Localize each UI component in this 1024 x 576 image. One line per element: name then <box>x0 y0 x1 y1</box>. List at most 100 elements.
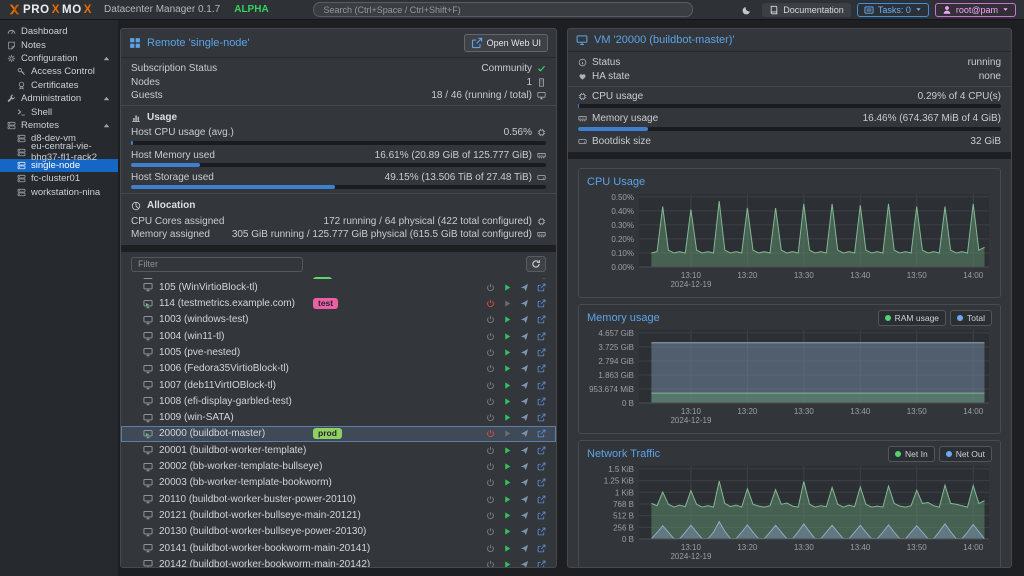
guest-row[interactable]: 20002 (bb-worker-template-bullseye) <box>121 458 556 474</box>
power-icon[interactable] <box>486 283 495 292</box>
power-icon[interactable] <box>486 429 495 438</box>
play-icon[interactable] <box>503 397 512 406</box>
power-icon[interactable] <box>486 446 495 455</box>
play-icon[interactable] <box>503 348 512 357</box>
play-icon[interactable] <box>503 381 512 390</box>
sidebar-item-configuration[interactable]: Configuration <box>0 52 118 65</box>
guest-row[interactable]: 20141 (buildbot-worker-bookworm-main-201… <box>121 540 556 556</box>
play-icon[interactable] <box>503 527 512 536</box>
sidebar-item-notes[interactable]: Notes <box>0 38 118 51</box>
refresh-button[interactable] <box>526 256 546 273</box>
migrate-icon[interactable] <box>520 446 529 455</box>
play-icon[interactable] <box>503 299 512 308</box>
guest-row[interactable]: 20001 (buildbot-worker-template) <box>121 442 556 458</box>
open-console-icon[interactable] <box>537 511 546 520</box>
open-console-icon[interactable] <box>537 544 546 553</box>
migrate-icon[interactable] <box>520 429 529 438</box>
guest-row[interactable]: 114 (testmetrics.example.com) test <box>121 295 556 311</box>
legend-button[interactable]: Net Out <box>938 445 992 462</box>
power-icon[interactable] <box>486 478 495 487</box>
guest-row[interactable]: 1004 (win11-tl) <box>121 328 556 344</box>
play-icon[interactable] <box>503 332 512 341</box>
migrate-icon[interactable] <box>520 299 529 308</box>
migrate-icon[interactable] <box>520 283 529 292</box>
sidebar-item-certificates[interactable]: Certificates <box>0 79 118 92</box>
power-icon[interactable] <box>486 397 495 406</box>
open-console-icon[interactable] <box>537 478 546 487</box>
play-icon[interactable] <box>503 462 512 471</box>
legend-button[interactable]: Net In <box>888 445 935 462</box>
power-icon[interactable] <box>486 381 495 390</box>
power-icon[interactable] <box>486 413 495 422</box>
open-console-icon[interactable] <box>537 462 546 471</box>
sidebar-item-dashboard[interactable]: Dashboard <box>0 25 118 38</box>
sidebar-item-administration[interactable]: Administration <box>0 92 118 105</box>
migrate-icon[interactable] <box>520 315 529 324</box>
power-icon[interactable] <box>486 348 495 357</box>
open-console-icon[interactable] <box>537 527 546 536</box>
migrate-icon[interactable] <box>520 381 529 390</box>
play-icon[interactable] <box>503 364 512 373</box>
migrate-icon[interactable] <box>520 478 529 487</box>
guest-row[interactable]: 1005 (pve-nested) <box>121 344 556 360</box>
play-icon[interactable] <box>503 560 512 567</box>
open-console-icon[interactable] <box>537 283 546 292</box>
guest-row[interactable]: 20121 (buildbot-worker-bullseye-main-201… <box>121 507 556 523</box>
tasks-button[interactable]: Tasks: 0 <box>856 2 929 17</box>
power-icon[interactable] <box>486 299 495 308</box>
migrate-icon[interactable] <box>520 495 529 504</box>
power-icon[interactable] <box>486 544 495 553</box>
legend-button[interactable]: Total <box>950 309 992 326</box>
play-icon[interactable] <box>503 544 512 553</box>
guest-row[interactable]: 105 (WinVirtioBlock-tl) <box>121 279 556 295</box>
guest-row[interactable]: 1006 (Fedora35VirtioBlock-tl) <box>121 361 556 377</box>
guest-row[interactable]: 20003 (bb-worker-template-bookworm) <box>121 475 556 491</box>
sidebar-item-fc-cluster01[interactable]: fc-cluster01 <box>0 172 118 185</box>
power-icon[interactable] <box>486 364 495 373</box>
open-console-icon[interactable] <box>537 315 546 324</box>
dark-mode-moon-icon[interactable] <box>738 5 756 15</box>
user-menu-button[interactable]: root@pam <box>934 2 1016 17</box>
guest-row[interactable]: 20110 (buildbot-worker-buster-power-2011… <box>121 491 556 507</box>
migrate-icon[interactable] <box>520 397 529 406</box>
open-web-ui-button[interactable]: Open Web UI <box>463 34 548 52</box>
sidebar-item-shell[interactable]: Shell <box>0 105 118 118</box>
sidebar-item-workstation-nina[interactable]: workstation-nina <box>0 186 118 199</box>
open-console-icon[interactable] <box>537 429 546 438</box>
sidebar-item-eu-central-vie-bhg37-fl1-rack2[interactable]: eu-central-vie-bhg37-fl1-rack2 <box>0 141 118 163</box>
play-icon[interactable] <box>503 315 512 324</box>
power-icon[interactable] <box>486 315 495 324</box>
open-console-icon[interactable] <box>537 332 546 341</box>
filter-input[interactable] <box>131 256 303 272</box>
sidebar-item-remotes[interactable]: Remotes <box>0 119 118 132</box>
migrate-icon[interactable] <box>520 560 529 567</box>
guest-row[interactable]: 1008 (efi-display-garbled-test) <box>121 393 556 409</box>
play-icon[interactable] <box>503 446 512 455</box>
migrate-icon[interactable] <box>520 462 529 471</box>
sidebar-item-access-control[interactable]: Access Control <box>0 65 118 78</box>
power-icon[interactable] <box>486 511 495 520</box>
guest-row[interactable]: 1009 (win-SATA) <box>121 410 556 426</box>
play-icon[interactable] <box>503 495 512 504</box>
legend-button[interactable]: RAM usage <box>877 309 947 326</box>
migrate-icon[interactable] <box>520 348 529 357</box>
documentation-button[interactable]: Documentation <box>762 2 851 17</box>
migrate-icon[interactable] <box>520 413 529 422</box>
play-icon[interactable] <box>503 283 512 292</box>
power-icon[interactable] <box>486 527 495 536</box>
power-icon[interactable] <box>486 495 495 504</box>
open-console-icon[interactable] <box>537 413 546 422</box>
play-icon[interactable] <box>503 413 512 422</box>
open-console-icon[interactable] <box>537 348 546 357</box>
open-console-icon[interactable] <box>537 495 546 504</box>
open-console-icon[interactable] <box>537 560 546 567</box>
power-icon[interactable] <box>486 560 495 567</box>
play-icon[interactable] <box>503 429 512 438</box>
guest-row[interactable]: 1003 (windows-test) <box>121 312 556 328</box>
power-icon[interactable] <box>486 332 495 341</box>
power-icon[interactable] <box>486 462 495 471</box>
guest-row[interactable]: 20000 (buildbot-master) prod <box>121 425 556 443</box>
open-console-icon[interactable] <box>537 397 546 406</box>
guest-row[interactable]: 20130 (buildbot-worker-bullseye-power-20… <box>121 524 556 540</box>
search-input[interactable] <box>313 2 694 17</box>
